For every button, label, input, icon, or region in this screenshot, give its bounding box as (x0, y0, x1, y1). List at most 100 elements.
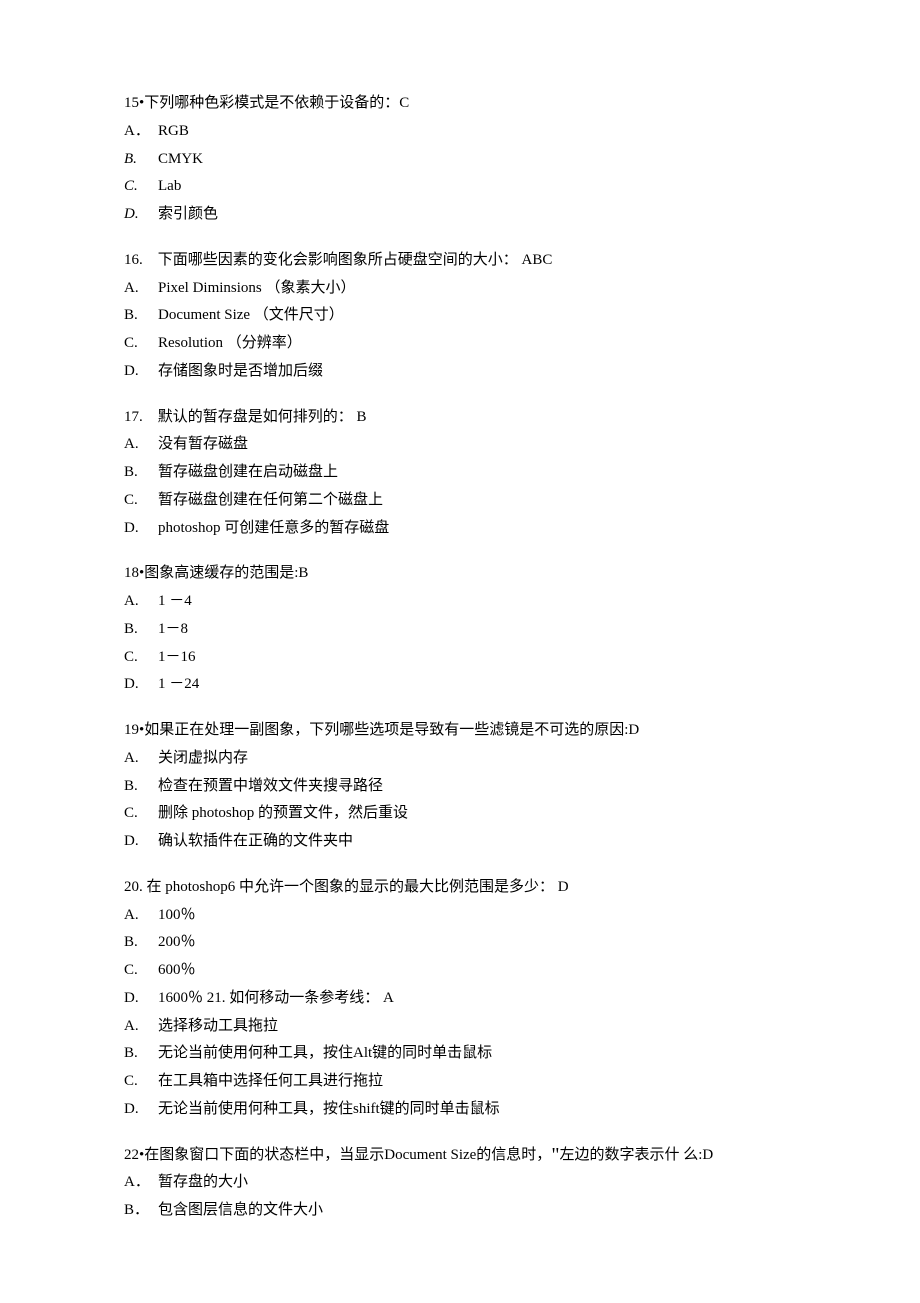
question-15-option-b: B.CMYK (124, 146, 800, 174)
question-20-option-b: B.200％ (124, 929, 800, 957)
option-letter: D. (124, 671, 158, 699)
option-text: 1－16 (158, 649, 196, 665)
question-15-option-d: D.索引颜色 (124, 201, 800, 229)
stem-post: 左边的数字表示什 么:D (559, 1147, 713, 1163)
question-20-option-d-and-21-stem: D.1600％ 21. 如何移动一条参考线： A (124, 985, 800, 1013)
option-letter: A. (124, 1013, 158, 1041)
option-letter: B. (124, 929, 158, 957)
question-18-option-c: C.1－16 (124, 644, 800, 672)
question-22-stem: 22•在图象窗口下面的状态栏中，当显示Document Size的信息时，"左边… (124, 1142, 800, 1170)
question-20-option-a: A.100％ (124, 902, 800, 930)
option-letter: C. (124, 1068, 158, 1096)
question-17-option-c: C.暂存磁盘创建在任何第二个磁盘上 (124, 487, 800, 515)
option-text: 存储图象时是否增加后缀 (158, 363, 323, 379)
stem-pre: 22•在图象窗口下面的状态栏中，当显示Document Size的信息时， (124, 1147, 551, 1163)
option-text: 选择移动工具拖拉 (158, 1018, 278, 1034)
question-17-option-a: A.没有暂存磁盘 (124, 431, 800, 459)
question-22: 22•在图象窗口下面的状态栏中，当显示Document Size的信息时，"左边… (124, 1142, 800, 1225)
option-letter: B. (124, 146, 158, 174)
option-text: Document Size （文件尺寸） (158, 307, 344, 323)
option-letter: B． (124, 1197, 158, 1225)
document-page: 15•下列哪种色彩模式是不依赖于设备的：C A．RGB B.CMYK C.Lab… (0, 0, 920, 1303)
option-text: 无论当前使用何种工具，按住Alt键的同时单击鼠标 (158, 1045, 492, 1061)
option-letter: B. (124, 302, 158, 330)
option-text: 暂存磁盘创建在任何第二个磁盘上 (158, 492, 383, 508)
option-text: Pixel Diminsions （象素大小） (158, 280, 356, 296)
question-20-stem: 20. 在 photoshop6 中允许一个图象的显示的最大比例范围是多少： D (124, 874, 800, 902)
option-letter: D. (124, 515, 158, 543)
option-letter: B. (124, 459, 158, 487)
option-text: 删除 photoshop 的预置文件，然后重设 (158, 805, 408, 821)
question-16-stem: 16. 下面哪些因素的变化会影响图象所占硬盘空间的大小： ABC (124, 247, 800, 275)
option-letter: D. (124, 358, 158, 386)
question-18-stem: 18•图象高速缓存的范围是:B (124, 560, 800, 588)
question-17: 17. 默认的暂存盘是如何排列的： B A.没有暂存磁盘 B.暂存磁盘创建在启动… (124, 404, 800, 543)
option-letter: A． (124, 118, 158, 146)
option-text: 关闭虚拟内存 (158, 750, 248, 766)
question-17-option-b: B.暂存磁盘创建在启动磁盘上 (124, 459, 800, 487)
option-text: 1 －24 (158, 676, 199, 692)
option-letter: A. (124, 275, 158, 303)
question-18-option-b: B.1－8 (124, 616, 800, 644)
question-20-21: 20. 在 photoshop6 中允许一个图象的显示的最大比例范围是多少： D… (124, 874, 800, 1124)
question-18-option-d: D.1 －24 (124, 671, 800, 699)
question-19-option-d: D.确认软插件在正确的文件夹中 (124, 828, 800, 856)
option-text: photoshop 可创建任意多的暂存磁盘 (158, 520, 389, 536)
option-letter: A. (124, 431, 158, 459)
option-text: 确认软插件在正确的文件夹中 (158, 833, 353, 849)
option-letter: A. (124, 588, 158, 616)
question-16: 16. 下面哪些因素的变化会影响图象所占硬盘空间的大小： ABC A.Pixel… (124, 247, 800, 386)
question-15-stem: 15•下列哪种色彩模式是不依赖于设备的：C (124, 90, 800, 118)
question-15-option-c: C.Lab (124, 173, 800, 201)
option-letter: B. (124, 616, 158, 644)
question-19-option-b: B.检查在预置中增效文件夹搜寻路径 (124, 773, 800, 801)
option-text: 在工具箱中选择任何工具进行拖拉 (158, 1073, 383, 1089)
question-19-stem: 19•如果正在处理一副图象，下列哪些选项是导致有一些滤镜是不可选的原因:D (124, 717, 800, 745)
question-21-option-c: C.在工具箱中选择任何工具进行拖拉 (124, 1068, 800, 1096)
question-22-option-a: A．暂存盘的大小 (124, 1169, 800, 1197)
option-text: 100％ (158, 907, 196, 923)
option-letter: C. (124, 173, 158, 201)
option-letter: D. (124, 1096, 158, 1124)
option-letter: C. (124, 644, 158, 672)
option-letter: C. (124, 957, 158, 985)
option-letter: D. (124, 828, 158, 856)
option-letter: A. (124, 902, 158, 930)
question-22-option-b: B．包含图层信息的文件大小 (124, 1197, 800, 1225)
option-letter: C. (124, 800, 158, 828)
option-text: 1600％ 21. 如何移动一条参考线： A (158, 990, 394, 1006)
option-text: 索引颜色 (158, 206, 218, 222)
question-16-option-a: A.Pixel Diminsions （象素大小） (124, 275, 800, 303)
option-letter: B. (124, 1040, 158, 1068)
question-18: 18•图象高速缓存的范围是:B A.1 －4 B.1－8 C.1－16 D.1 … (124, 560, 800, 699)
option-letter: B. (124, 773, 158, 801)
question-17-stem: 17. 默认的暂存盘是如何排列的： B (124, 404, 800, 432)
option-letter: C. (124, 487, 158, 515)
question-19-option-a: A.关闭虚拟内存 (124, 745, 800, 773)
question-18-option-a: A.1 －4 (124, 588, 800, 616)
option-text: 暂存盘的大小 (158, 1174, 248, 1190)
question-19: 19•如果正在处理一副图象，下列哪些选项是导致有一些滤镜是不可选的原因:D A.… (124, 717, 800, 856)
option-text: Resolution （分辨率） (158, 335, 302, 351)
question-21-option-a: A.选择移动工具拖拉 (124, 1013, 800, 1041)
question-19-option-c: C.删除 photoshop 的预置文件，然后重设 (124, 800, 800, 828)
option-text: 无论当前使用何种工具，按住shift键的同时单击鼠标 (158, 1101, 500, 1117)
option-text: 1 －4 (158, 593, 192, 609)
option-letter: D. (124, 985, 158, 1013)
question-17-option-d: D.photoshop 可创建任意多的暂存磁盘 (124, 515, 800, 543)
question-21-option-d: D.无论当前使用何种工具，按住shift键的同时单击鼠标 (124, 1096, 800, 1124)
question-16-option-d: D.存储图象时是否增加后缀 (124, 358, 800, 386)
question-20-option-c: C.600％ (124, 957, 800, 985)
question-15-option-a: A．RGB (124, 118, 800, 146)
question-21-option-b: B.无论当前使用何种工具，按住Alt键的同时单击鼠标 (124, 1040, 800, 1068)
option-text: 暂存磁盘创建在启动磁盘上 (158, 464, 338, 480)
option-text: 1－8 (158, 621, 188, 637)
option-text: Lab (158, 178, 181, 194)
option-text: 包含图层信息的文件大小 (158, 1202, 323, 1218)
question-16-option-b: B.Document Size （文件尺寸） (124, 302, 800, 330)
option-text: CMYK (158, 151, 203, 167)
question-16-option-c: C.Resolution （分辨率） (124, 330, 800, 358)
option-text: 没有暂存磁盘 (158, 436, 248, 452)
option-letter: D. (124, 201, 158, 229)
option-text: 200％ (158, 934, 196, 950)
